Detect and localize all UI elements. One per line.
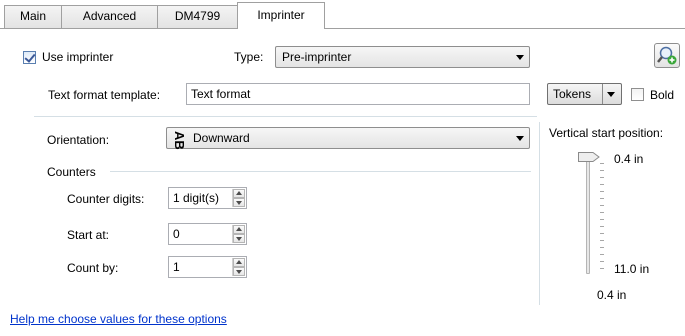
- count-by-field[interactable]: 1: [168, 256, 247, 278]
- tab-imprinter[interactable]: Imprinter: [237, 2, 325, 29]
- lookup-button[interactable]: [654, 43, 680, 68]
- vertical-slider-thumb[interactable]: [578, 151, 600, 162]
- slider-top-value: 0.4 in: [614, 152, 644, 166]
- counters-heading: Counters: [47, 165, 96, 179]
- vertical-group-divider: [539, 122, 540, 305]
- text-format-label: Text format template:: [48, 88, 161, 102]
- slider-bottom-value: 11.0 in: [614, 262, 650, 276]
- tab-dm4799[interactable]: DM4799: [157, 5, 238, 28]
- spin-up-icon[interactable]: [233, 189, 245, 198]
- type-select-value: Pre-imprinter: [282, 50, 352, 64]
- counter-digits-label: Counter digits:: [67, 192, 145, 206]
- tokens-button[interactable]: Tokens: [547, 83, 622, 105]
- chevron-down-icon: [516, 55, 524, 60]
- use-imprinter-checkbox[interactable]: [23, 51, 36, 64]
- vertical-start-label: Vertical start position:: [549, 126, 664, 140]
- count-by-label: Count by:: [67, 261, 119, 275]
- count-by-value: 1: [173, 260, 180, 274]
- help-link[interactable]: Help me choose values for these options: [10, 312, 227, 326]
- spin-down-icon[interactable]: [233, 267, 245, 276]
- spin-down-icon[interactable]: [233, 234, 245, 243]
- tab-imprinter-label: Imprinter: [257, 8, 305, 22]
- tab-strip-border: [0, 28, 685, 29]
- spin-up-icon[interactable]: [233, 258, 245, 267]
- type-label: Type:: [234, 50, 264, 64]
- tab-advanced[interactable]: Advanced: [61, 5, 158, 28]
- caret-down-icon: [607, 92, 615, 97]
- magnifier-plus-icon: [657, 46, 677, 65]
- orientation-label: Orientation:: [47, 133, 110, 147]
- tab-main[interactable]: Main: [4, 5, 62, 28]
- tab-main-label: Main: [19, 9, 46, 23]
- slider-thumb-icon: [578, 152, 600, 162]
- start-at-label: Start at:: [67, 228, 110, 242]
- type-select[interactable]: Pre-imprinter: [275, 46, 530, 68]
- spin-down-icon[interactable]: [233, 198, 245, 207]
- text-format-input[interactable]: Text format: [186, 83, 530, 105]
- counter-digits-value: 1 digit(s): [173, 191, 220, 205]
- tab-dm4799-label: DM4799: [174, 9, 221, 23]
- orientation-select[interactable]: AB Downward: [166, 127, 530, 150]
- separator: [34, 116, 537, 117]
- start-at-spinner[interactable]: [232, 225, 245, 243]
- bold-checkbox[interactable]: [631, 88, 644, 101]
- chevron-down-icon: [516, 136, 524, 141]
- counters-divider: [110, 171, 531, 172]
- count-by-spinner[interactable]: [232, 258, 245, 276]
- spin-up-icon[interactable]: [233, 225, 245, 234]
- counter-digits-field[interactable]: 1 digit(s): [168, 187, 247, 209]
- slider-ticks: [599, 163, 605, 269]
- start-at-field[interactable]: 0: [168, 223, 247, 245]
- slider-current-value: 0.4 in: [597, 288, 627, 302]
- tokens-button-label: Tokens: [553, 87, 592, 101]
- vertical-slider-track[interactable]: [586, 152, 590, 274]
- use-imprinter-label: Use imprinter: [42, 50, 114, 64]
- tokens-divider: [602, 84, 603, 104]
- orientation-select-value: Downward: [193, 131, 250, 145]
- start-at-value: 0: [173, 227, 180, 241]
- bold-label: Bold: [650, 88, 675, 102]
- tab-advanced-label: Advanced: [82, 9, 137, 23]
- counter-digits-spinner[interactable]: [232, 189, 245, 207]
